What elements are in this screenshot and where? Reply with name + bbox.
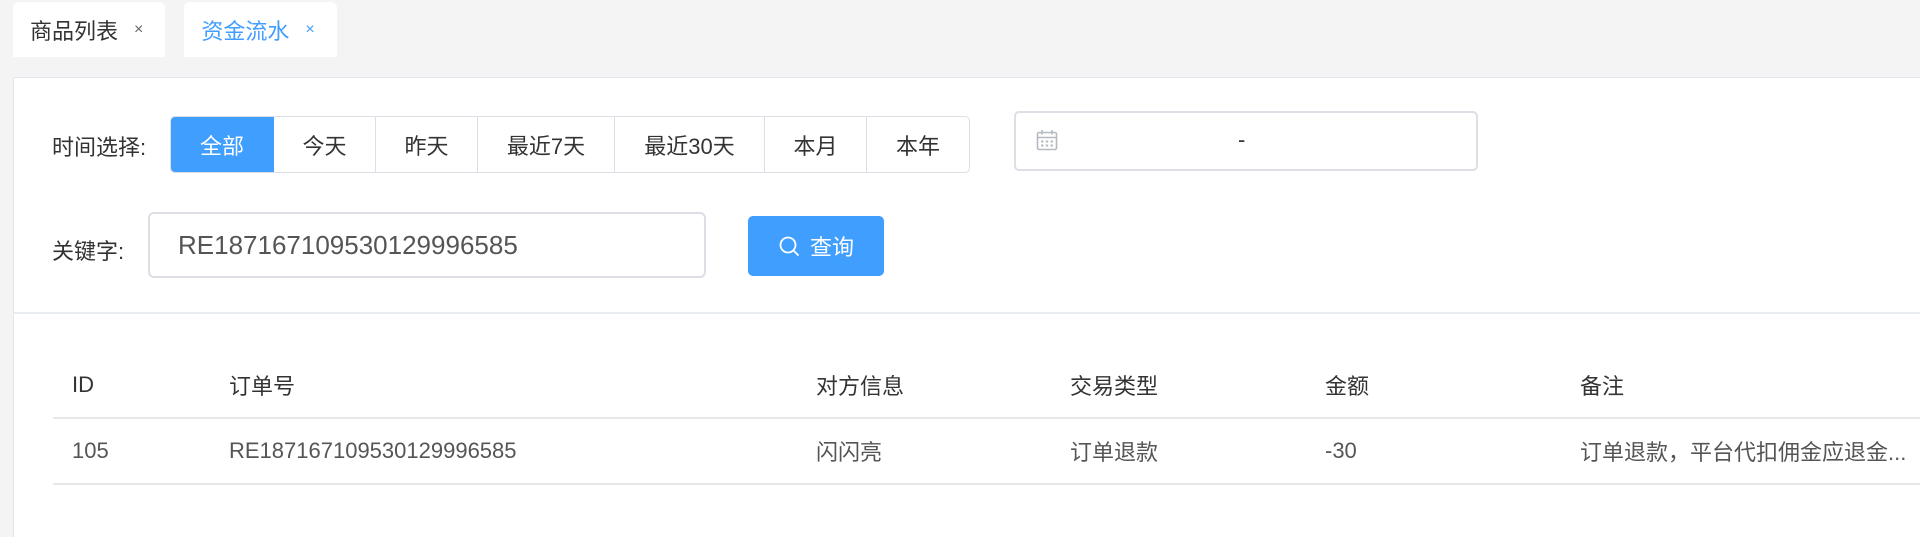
time-option-this-month[interactable]: 本月 xyxy=(765,117,867,172)
column-header-id: ID xyxy=(72,372,94,397)
column-header-amount: 金额 xyxy=(1325,374,1370,399)
time-filter-label: 时间选择: xyxy=(52,135,147,160)
column-header-remark: 备注 xyxy=(1580,374,1625,399)
cell-remark-text: 订单退款，平台代扣佣金应退金... xyxy=(1580,440,1907,465)
cell-remark: 订单退款，平台代扣佣金应退金... xyxy=(1580,419,1920,483)
date-range-separator: - xyxy=(1238,127,1246,152)
search-icon xyxy=(779,236,799,256)
fund-flow-table: ID 订单号 对方信息 交易类型 金额 备注 105 RE18716710953… xyxy=(53,353,1920,485)
tab-bar: 商品列表 × 资金流水 × xyxy=(13,2,337,58)
time-option-today[interactable]: 今天 xyxy=(274,117,376,172)
table-row[interactable]: 105 RE187167109530129996585 闪闪亮 订单退款 -30… xyxy=(53,419,1920,485)
cell-amount: -30 xyxy=(1325,438,1357,463)
column-header-counterparty: 对方信息 xyxy=(816,374,905,399)
cell-counterparty: 闪闪亮 xyxy=(816,440,883,465)
time-option-all[interactable]: 全部 xyxy=(171,117,274,172)
tab-label: 资金流水 xyxy=(201,18,290,44)
time-option-this-year[interactable]: 本年 xyxy=(867,117,969,172)
close-icon[interactable]: × xyxy=(134,21,143,39)
column-header-transaction-type: 交易类型 xyxy=(1070,374,1159,399)
content-card: 时间选择: 全部 今天 昨天 最近7天 最近30天 本月 本年 - 关键字: R… xyxy=(13,77,1920,537)
tab-fund-flow[interactable]: 资金流水 × xyxy=(184,2,337,57)
search-button-label: 查询 xyxy=(809,235,854,260)
section-divider xyxy=(14,312,1920,314)
keyword-input[interactable] xyxy=(148,212,706,278)
calendar-icon xyxy=(1036,130,1058,151)
time-option-last-30-days[interactable]: 最近30天 xyxy=(615,117,765,172)
time-option-yesterday[interactable]: 昨天 xyxy=(376,117,478,172)
table-header-row: ID 订单号 对方信息 交易类型 金额 备注 xyxy=(53,353,1920,419)
close-icon[interactable]: × xyxy=(305,21,314,39)
search-button[interactable]: 查询 xyxy=(748,216,884,276)
keyword-label: 关键字: xyxy=(52,239,125,264)
time-range-selector: 全部 今天 昨天 最近7天 最近30天 本月 本年 xyxy=(170,116,970,173)
cell-order-number: RE187167109530129996585 xyxy=(229,438,517,463)
time-option-last-7-days[interactable]: 最近7天 xyxy=(478,117,615,172)
cell-transaction-type: 订单退款 xyxy=(1070,440,1159,465)
column-header-order-number: 订单号 xyxy=(229,374,296,399)
date-range-picker[interactable]: - xyxy=(1014,111,1478,171)
tab-label: 商品列表 xyxy=(30,18,119,44)
cell-id: 105 xyxy=(72,438,109,463)
tab-product-list[interactable]: 商品列表 × xyxy=(13,2,166,57)
